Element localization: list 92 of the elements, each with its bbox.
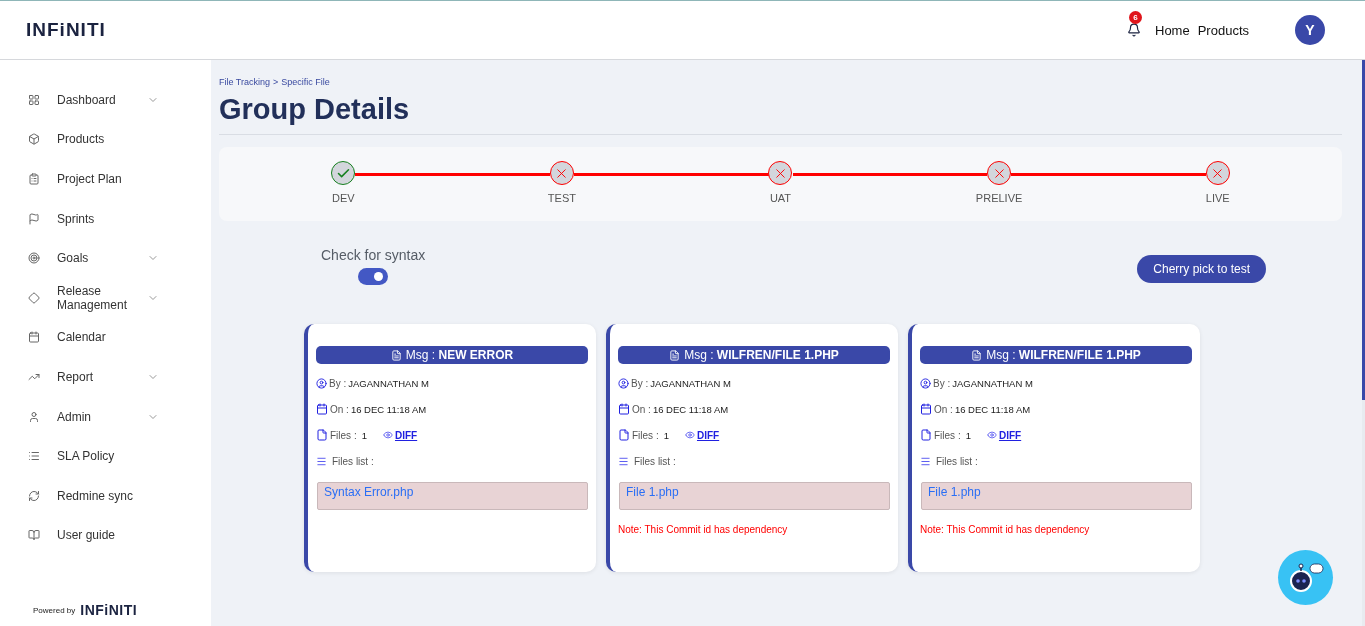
commit-date: 16 DEC 11:18 AM: [954, 403, 1031, 415]
commit-date: 16 DEC 11:18 AM: [350, 403, 427, 415]
user-icon: [618, 377, 629, 389]
field-label: Files :: [330, 429, 357, 441]
calendar-icon: [618, 403, 630, 415]
book-icon: [28, 529, 40, 542]
field-label: By :: [329, 377, 347, 389]
syntax-toggle[interactable]: [358, 268, 389, 285]
stage-label: LIVE: [1205, 192, 1230, 204]
field-label: By :: [631, 377, 649, 389]
user-avatar[interactable]: Y: [1295, 15, 1325, 45]
breadcrumb-item[interactable]: Specific File: [281, 77, 330, 87]
eye-icon: [986, 430, 997, 440]
user-icon: [316, 377, 327, 389]
clipboard-icon: [28, 173, 40, 185]
document-icon: [669, 349, 681, 361]
stage-label: TEST: [547, 192, 576, 204]
sidebar-item[interactable]: Dashboard: [57, 92, 147, 107]
stage-label: DEV: [332, 192, 355, 204]
document-icon: [971, 349, 983, 361]
stage-label: UAT: [769, 192, 792, 204]
list-icon: [28, 450, 40, 463]
file-icon: [316, 429, 328, 441]
field-label: Files :: [632, 429, 659, 441]
powered-by-text: Powered by: [33, 605, 76, 615]
field-label: Files :: [934, 429, 961, 441]
calendar-icon: [316, 403, 328, 415]
list-icon: [920, 455, 931, 467]
sidebar-item[interactable]: Admin: [57, 409, 147, 424]
nav-link[interactable]: Home: [1155, 22, 1190, 38]
sidebar-item[interactable]: Redmine sync: [57, 488, 199, 503]
bell-icon[interactable]: [1127, 23, 1141, 37]
logo: INFiNITI: [80, 602, 138, 618]
breadcrumb-item[interactable]: File Tracking: [219, 77, 271, 87]
target-icon: [28, 252, 40, 265]
logo: INFiNITI: [26, 19, 106, 41]
file-icon: [920, 429, 932, 441]
file-count: 1: [361, 429, 367, 441]
box-icon: [28, 133, 40, 146]
sidebar-item[interactable]: Release Management: [57, 283, 147, 312]
chatbot-button[interactable]: [1278, 550, 1333, 605]
author-name: JAGANNATHAN M: [348, 377, 429, 389]
user-icon: [28, 410, 40, 423]
field-label: By :: [933, 377, 951, 389]
field-label: Files list :: [936, 455, 978, 467]
field-label: Files list :: [634, 455, 676, 467]
dependency-note: Note: This Commit id has dependency: [920, 524, 1091, 535]
commit-message: Msg : NEW ERROR: [405, 348, 514, 362]
author-name: JAGANNATHAN M: [650, 377, 731, 389]
diamond-icon: [28, 291, 40, 304]
sidebar-item[interactable]: Products: [57, 132, 199, 147]
field-label: On :: [934, 403, 953, 415]
file-icon: [618, 429, 630, 441]
list-icon: [316, 455, 327, 467]
sidebar-item[interactable]: SLA Policy: [57, 449, 199, 464]
sidebar-item[interactable]: Calendar: [57, 330, 199, 345]
commit-date: 16 DEC 11:18 AM: [652, 403, 729, 415]
nav-link[interactable]: Products: [1197, 22, 1249, 38]
list-icon: [618, 455, 629, 467]
eye-icon: [382, 430, 393, 440]
field-label: Files list :: [332, 455, 374, 467]
document-icon: [390, 349, 402, 361]
sidebar-item[interactable]: Project Plan: [57, 172, 199, 186]
flag-icon: [28, 212, 40, 225]
commit-message: Msg : WILFREN/FILE 1.PHP: [986, 348, 1141, 362]
diff-link[interactable]: DIFF: [696, 429, 720, 441]
sync-icon: [28, 489, 40, 502]
page-title: Group Details: [219, 93, 1342, 135]
field-label: On :: [330, 403, 349, 415]
file-count: 1: [965, 429, 971, 441]
grid-icon: [28, 93, 40, 106]
robot-icon: [1287, 562, 1324, 593]
sidebar-item[interactable]: Report: [57, 369, 147, 384]
diff-link[interactable]: DIFF: [998, 429, 1022, 441]
field-label: On :: [632, 403, 651, 415]
author-name: JAGANNATHAN M: [952, 377, 1033, 389]
stage-label: PRELIVE: [975, 192, 1023, 204]
commit-message: Msg : WILFREN/FILE 1.PHP: [684, 348, 839, 362]
notification-count: 6: [1129, 11, 1142, 24]
sidebar-item[interactable]: Goals: [57, 251, 147, 266]
calendar-icon: [920, 403, 932, 415]
sidebar-item[interactable]: User guide: [57, 528, 199, 543]
sidebar-item[interactable]: Sprints: [57, 211, 199, 226]
eye-icon: [684, 430, 695, 440]
toggle-label: Check for syntax: [321, 247, 426, 263]
breadcrumb-item: >: [273, 77, 279, 87]
calendar-icon: [28, 331, 40, 344]
cherry-pick-button[interactable]: Cherry pick to test: [1137, 255, 1266, 283]
diff-link[interactable]: DIFF: [394, 429, 418, 441]
user-icon: [920, 377, 931, 389]
file-count: 1: [663, 429, 669, 441]
dependency-note: Note: This Commit id has dependency: [618, 524, 789, 535]
